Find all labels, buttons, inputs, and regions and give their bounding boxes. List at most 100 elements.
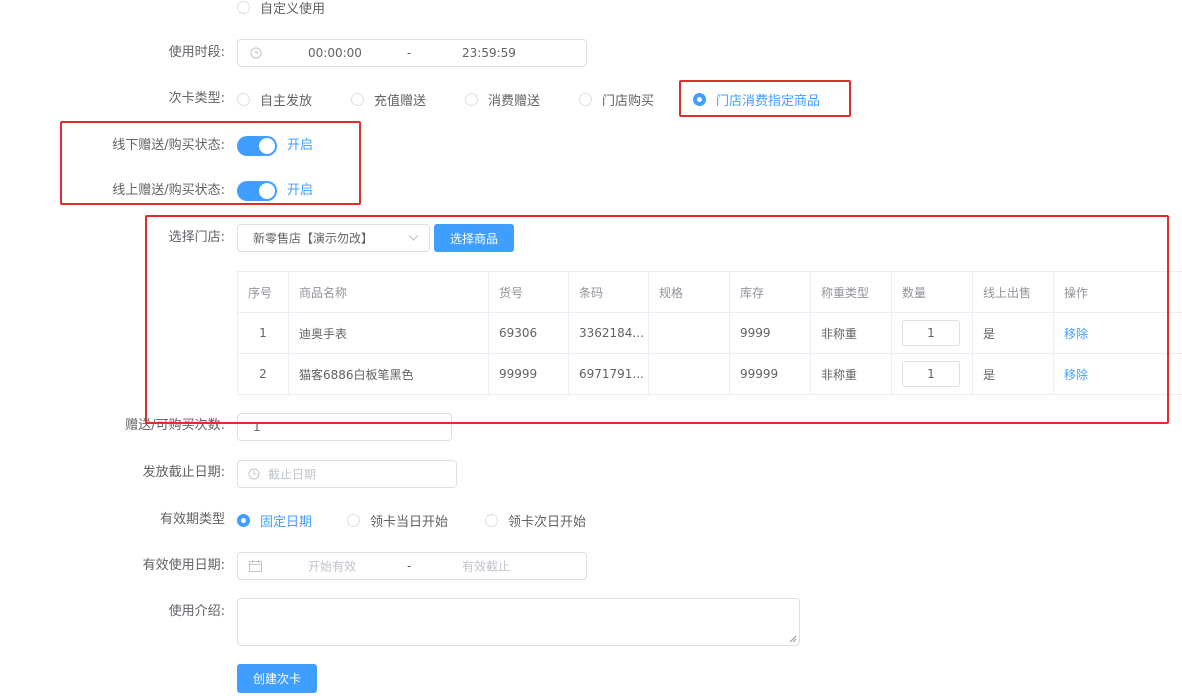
remove-link[interactable]: 移除: [1064, 368, 1088, 382]
valid-end-placeholder[interactable]: 有效截止: [462, 558, 510, 575]
cell-online: 是: [972, 312, 1054, 354]
radio-dot: [465, 92, 478, 106]
cell-spec: [648, 353, 730, 395]
deadline-picker[interactable]: 截止日期: [237, 460, 457, 488]
deadline-placeholder: 截止日期: [268, 467, 317, 482]
validity-type-label: 有效期类型: [159, 512, 225, 527]
cell-action: 移除: [1053, 353, 1182, 395]
clock-icon: [250, 47, 262, 59]
cell-barcode: 3362184...: [568, 312, 649, 354]
radio-validity-fixed[interactable]: 固定日期: [237, 510, 312, 530]
clock-icon: [248, 468, 260, 480]
table-row: 1 迪奥手表 69306 3362184... 9999 非称重 1 是 移除: [237, 312, 1182, 354]
radio-dot: [237, 92, 250, 106]
time-period-label: 使用时段:: [168, 45, 225, 60]
cell-sku: 69306: [488, 312, 569, 354]
time-end[interactable]: 23:59:59: [462, 46, 516, 60]
valid-start-placeholder[interactable]: 开始有效: [308, 558, 356, 575]
cell-stock: 99999: [729, 353, 811, 395]
header-spec: 规格: [648, 271, 730, 313]
cell-qty: 1: [891, 353, 973, 395]
qty-input[interactable]: 1: [902, 320, 960, 346]
radio-dot: [579, 92, 592, 106]
header-stock: 库存: [729, 271, 811, 313]
qty-input[interactable]: 1: [902, 361, 960, 387]
header-sku: 货号: [488, 271, 569, 313]
radio-label: 固定日期: [260, 514, 313, 530]
radio-label: 领卡次日开始: [508, 514, 587, 530]
store-select[interactable]: 新零售店【演示勿改】: [237, 224, 430, 252]
header-name: 商品名称: [288, 271, 489, 313]
time-range-picker[interactable]: 00:00:00 - 23:59:59: [237, 39, 587, 67]
cell-barcode: 6971791...: [568, 353, 649, 395]
table-row: 2 猫客6886白板笔黑色 99999 6971791... 99999 非称重…: [237, 353, 1182, 395]
radio-card-type-store-goods[interactable]: 门店消费指定商品: [693, 89, 820, 109]
header-weight-type: 称重类型: [810, 271, 892, 313]
store-select-value: 新零售店【演示勿改】: [253, 231, 374, 246]
radio-label: 自主发放: [260, 93, 313, 109]
cell-weight-type: 非称重: [810, 353, 892, 395]
online-status-text: 开启: [287, 183, 314, 198]
radio-label: 消费赠送: [488, 93, 541, 109]
cell-index: 1: [237, 312, 289, 354]
header-index: 序号: [237, 271, 289, 313]
offline-status-text: 开启: [287, 138, 314, 153]
cell-name: 迪奥手表: [288, 312, 489, 354]
radio-dot: [237, 513, 250, 527]
header-barcode: 条码: [568, 271, 649, 313]
card-type-label: 次卡类型:: [168, 91, 225, 106]
radio-dot: [485, 513, 498, 527]
header-online: 线上出售: [972, 271, 1054, 313]
radio-label: 门店消费指定商品: [716, 93, 821, 109]
radio-custom-use[interactable]: 自定义使用: [237, 0, 325, 17]
cell-sku: 99999: [488, 353, 569, 395]
deadline-label: 发放截止日期:: [142, 465, 225, 480]
radio-card-type-store-purchase[interactable]: 门店购买: [579, 89, 654, 109]
calendar-icon: [249, 560, 262, 572]
radio-dot: [237, 0, 250, 14]
intro-label: 使用介绍:: [168, 604, 225, 619]
create-card-button[interactable]: 创建次卡: [237, 664, 317, 693]
radio-label: 门店购买: [602, 93, 655, 109]
header-qty: 数量: [891, 271, 973, 313]
time-start[interactable]: 00:00:00: [308, 46, 362, 60]
time-separator: -: [407, 46, 412, 60]
cell-online: 是: [972, 353, 1054, 395]
header-action: 操作: [1053, 271, 1182, 313]
cell-qty: 1: [891, 312, 973, 354]
radio-card-type-consume-gift[interactable]: 消费赠送: [465, 89, 540, 109]
cell-stock: 9999: [729, 312, 811, 354]
cell-index: 2: [237, 353, 289, 395]
gift-count-value: 1: [253, 420, 261, 434]
table-header-row: 序号 商品名称 货号 条码 规格 库存 称重类型 数量 线上出售 操作: [237, 271, 1182, 313]
radio-dot: [693, 92, 706, 106]
cell-name: 猫客6886白板笔黑色: [288, 353, 489, 395]
goods-table: 序号 商品名称 货号 条码 规格 库存 称重类型 数量 线上出售 操作 1 迪奥…: [237, 271, 1182, 395]
online-status-label: 线上赠送/购买状态:: [112, 183, 225, 198]
select-goods-button[interactable]: 选择商品: [434, 224, 514, 252]
radio-validity-next-day[interactable]: 领卡次日开始: [485, 510, 586, 530]
valid-date-range-picker[interactable]: 开始有效 - 有效截止: [237, 552, 587, 580]
radio-card-type-self-issue[interactable]: 自主发放: [237, 89, 312, 109]
resize-handle-icon[interactable]: [789, 635, 797, 643]
radio-label: 领卡当日开始: [370, 514, 449, 530]
intro-textarea[interactable]: [237, 598, 800, 646]
valid-separator: -: [407, 559, 412, 573]
gift-count-label: 赠送/可购买次数:: [125, 418, 225, 433]
radio-label: 自定义使用: [260, 1, 326, 17]
remove-link[interactable]: 移除: [1064, 327, 1088, 341]
radio-label: 充值赠送: [374, 93, 427, 109]
online-status-switch[interactable]: [237, 181, 277, 201]
valid-dates-label: 有效使用日期:: [142, 558, 225, 573]
gift-count-input[interactable]: 1: [237, 413, 452, 441]
chevron-down-icon: [408, 235, 419, 241]
radio-validity-same-day[interactable]: 领卡当日开始: [347, 510, 448, 530]
radio-card-type-recharge-gift[interactable]: 充值赠送: [351, 89, 426, 109]
offline-status-label: 线下赠送/购买状态:: [112, 138, 225, 153]
store-label: 选择门店:: [168, 230, 225, 245]
offline-status-switch[interactable]: [237, 136, 277, 156]
cell-action: 移除: [1053, 312, 1182, 354]
cell-weight-type: 非称重: [810, 312, 892, 354]
cell-spec: [648, 312, 730, 354]
radio-dot: [351, 92, 364, 106]
